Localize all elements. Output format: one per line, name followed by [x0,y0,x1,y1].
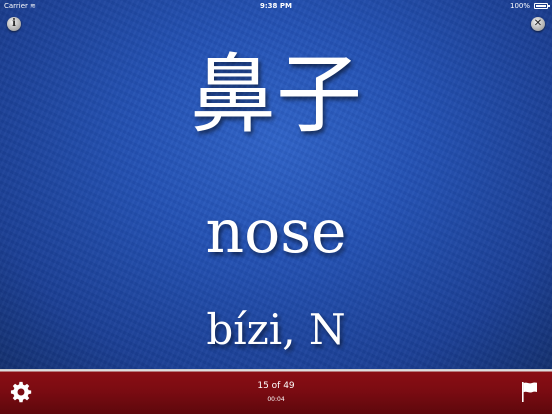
flashcard[interactable]: Carrier ≋ 9:38 PM 100% i ✕ 鼻子 nose bízi, … [0,0,552,369]
card-pinyin: bízi, N [206,305,346,354]
info-button[interactable]: i [7,17,21,31]
status-bar: Carrier ≋ 9:38 PM 100% [0,0,552,12]
card-counter: 15 of 49 [257,381,295,391]
status-time: 9:38 PM [260,2,292,10]
battery-percent: 100% [509,2,530,10]
close-button[interactable]: ✕ [531,17,545,31]
battery-icon [534,3,550,9]
card-english: nose [205,197,347,267]
flag-icon[interactable] [520,381,540,403]
info-icon: i [12,18,16,29]
card-hanzi: 鼻子 [190,45,362,145]
session-timer: 00:04 [267,396,285,403]
close-icon: ✕ [533,18,543,29]
